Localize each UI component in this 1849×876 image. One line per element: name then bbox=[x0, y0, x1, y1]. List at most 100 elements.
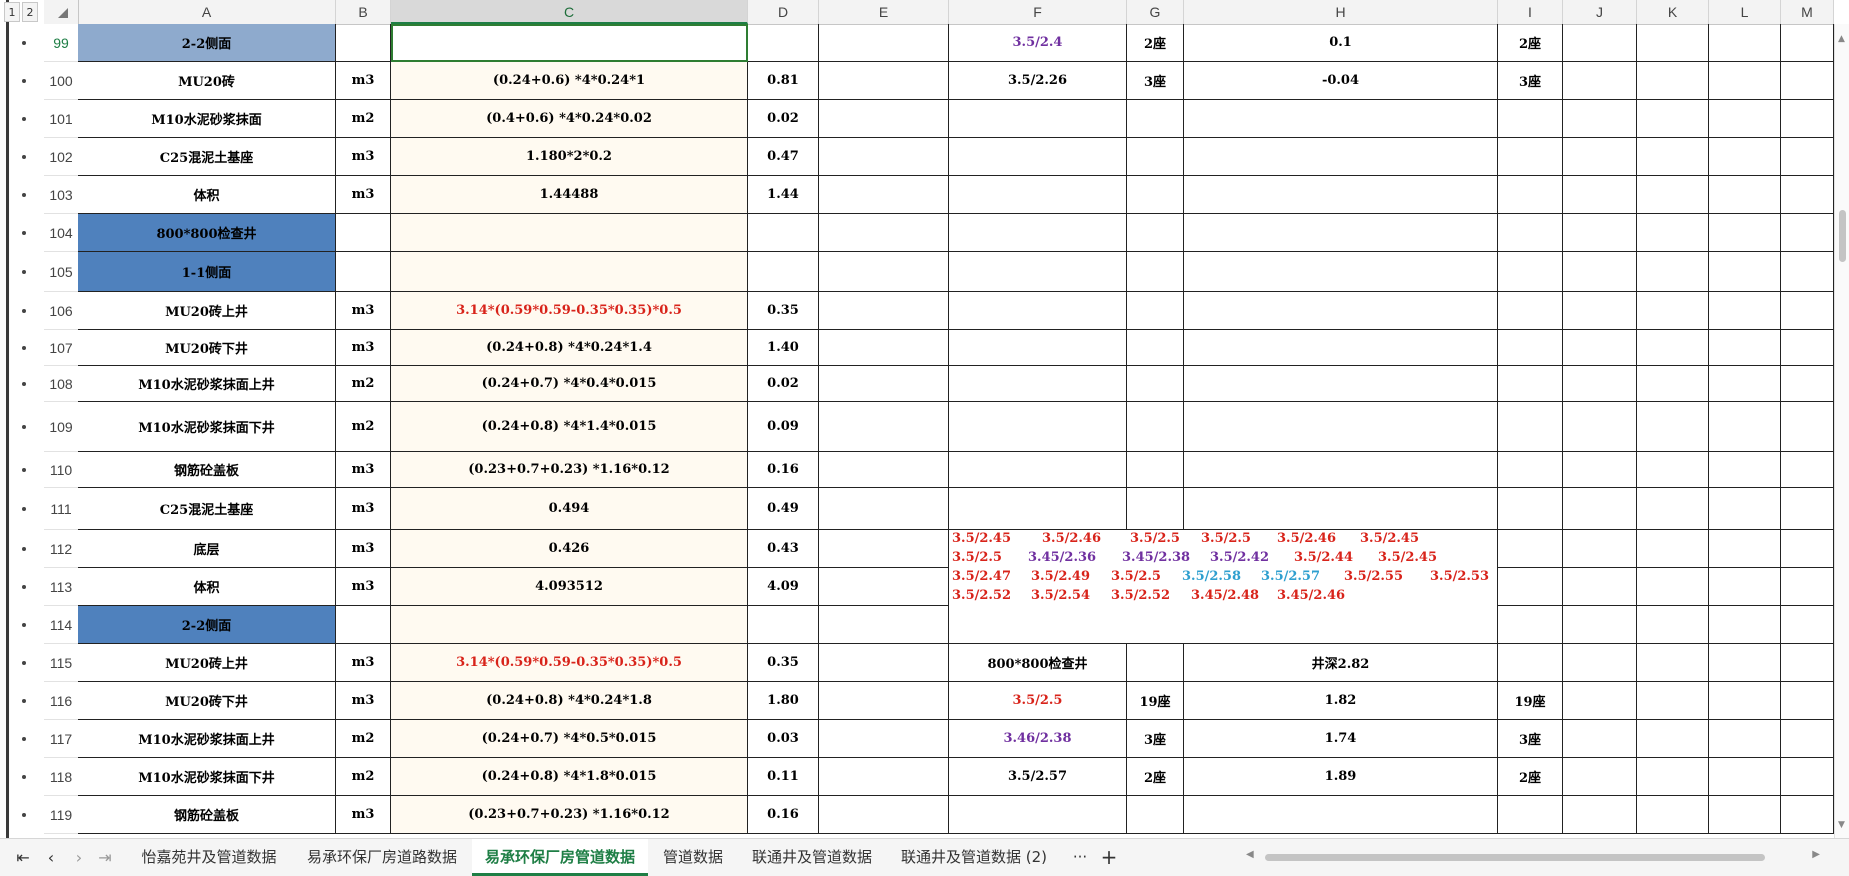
cell-e108[interactable] bbox=[819, 366, 949, 402]
cell-d100[interactable]: 0.81 bbox=[748, 62, 819, 100]
cell-i118[interactable]: 2座 bbox=[1498, 758, 1563, 796]
cell-h102[interactable] bbox=[1184, 138, 1498, 176]
row-header-104[interactable]: 104 bbox=[44, 214, 78, 252]
cell-g118[interactable]: 2座 bbox=[1127, 758, 1184, 796]
cell-f115[interactable]: 800*800检查井 bbox=[949, 644, 1127, 682]
cell-e117[interactable] bbox=[819, 720, 949, 758]
cell-e111[interactable] bbox=[819, 488, 949, 530]
column-header-j[interactable]: J bbox=[1563, 0, 1637, 24]
cell-h106[interactable] bbox=[1184, 292, 1498, 330]
select-all-corner[interactable] bbox=[44, 0, 79, 24]
cell-l107[interactable] bbox=[1709, 330, 1781, 366]
cell-a99[interactable]: 2-2侧面 bbox=[78, 24, 336, 62]
cell-d102[interactable]: 0.47 bbox=[748, 138, 819, 176]
cell-i106[interactable] bbox=[1498, 292, 1563, 330]
cell-f105[interactable] bbox=[949, 252, 1127, 292]
cell-g116[interactable]: 19座 bbox=[1127, 682, 1184, 720]
cell-c99[interactable] bbox=[391, 24, 748, 62]
cell-b100[interactable]: m3 bbox=[336, 62, 391, 100]
cell-i116[interactable]: 19座 bbox=[1498, 682, 1563, 720]
sheet-tab[interactable]: 易承环保厂房道路数据 bbox=[296, 839, 468, 875]
cell-k105[interactable] bbox=[1637, 252, 1709, 292]
cell-j111[interactable] bbox=[1563, 488, 1637, 530]
cell-b105[interactable] bbox=[336, 252, 391, 292]
cell-d104[interactable] bbox=[748, 214, 819, 252]
cell-k117[interactable] bbox=[1637, 720, 1709, 758]
cell-d117[interactable]: 0.03 bbox=[748, 720, 819, 758]
cell-g108[interactable] bbox=[1127, 366, 1184, 402]
cell-c119[interactable]: (0.23+0.7+0.23) *1.16*0.12 bbox=[391, 796, 748, 834]
cell-h117[interactable]: 1.74 bbox=[1184, 720, 1498, 758]
cell-i101[interactable] bbox=[1498, 100, 1563, 138]
first-sheet-icon[interactable]: ⇤ bbox=[12, 845, 34, 869]
cell-d110[interactable]: 0.16 bbox=[748, 452, 819, 488]
cell-m118[interactable] bbox=[1781, 758, 1834, 796]
cell-b113[interactable]: m3 bbox=[336, 568, 391, 606]
cell-h108[interactable] bbox=[1184, 366, 1498, 402]
cell-e100[interactable] bbox=[819, 62, 949, 100]
cell-j116[interactable] bbox=[1563, 682, 1637, 720]
cell-l103[interactable] bbox=[1709, 176, 1781, 214]
cell-b109[interactable]: m2 bbox=[336, 402, 391, 452]
cell-k107[interactable] bbox=[1637, 330, 1709, 366]
cell-m107[interactable] bbox=[1781, 330, 1834, 366]
horizontal-scrollbar[interactable]: ◀ ▶ bbox=[1230, 849, 1820, 865]
cell-k118[interactable] bbox=[1637, 758, 1709, 796]
cell-f119[interactable] bbox=[949, 796, 1127, 834]
row-header-106[interactable]: 106 bbox=[44, 292, 78, 330]
cell-d113[interactable]: 4.09 bbox=[748, 568, 819, 606]
more-sheets-button[interactable]: ··· bbox=[1066, 839, 1094, 875]
scroll-up-icon[interactable]: ▲ bbox=[1838, 34, 1845, 44]
cell-m119[interactable] bbox=[1781, 796, 1834, 834]
cell-j102[interactable] bbox=[1563, 138, 1637, 176]
cell-j117[interactable] bbox=[1563, 720, 1637, 758]
cell-f101[interactable] bbox=[949, 100, 1127, 138]
cell-k110[interactable] bbox=[1637, 452, 1709, 488]
cell-i108[interactable] bbox=[1498, 366, 1563, 402]
cell-e109[interactable] bbox=[819, 402, 949, 452]
cell-l108[interactable] bbox=[1709, 366, 1781, 402]
cell-e104[interactable] bbox=[819, 214, 949, 252]
cell-d105[interactable] bbox=[748, 252, 819, 292]
cell-h116[interactable]: 1.82 bbox=[1184, 682, 1498, 720]
cell-c117[interactable]: (0.24+0.7) *4*0.5*0.015 bbox=[391, 720, 748, 758]
column-header-k[interactable]: K bbox=[1637, 0, 1709, 24]
cell-d111[interactable]: 0.49 bbox=[748, 488, 819, 530]
cell-f108[interactable] bbox=[949, 366, 1127, 402]
cell-j108[interactable] bbox=[1563, 366, 1637, 402]
cell-a119[interactable]: 钢筋砼盖板 bbox=[78, 796, 336, 834]
cell-i99[interactable]: 2座 bbox=[1498, 24, 1563, 62]
cell-h118[interactable]: 1.89 bbox=[1184, 758, 1498, 796]
cell-m110[interactable] bbox=[1781, 452, 1834, 488]
cell-d119[interactable]: 0.16 bbox=[748, 796, 819, 834]
cell-c118[interactable]: (0.24+0.8) *4*1.8*0.015 bbox=[391, 758, 748, 796]
cell-k102[interactable] bbox=[1637, 138, 1709, 176]
column-header-l[interactable]: L bbox=[1709, 0, 1781, 24]
cell-g117[interactable]: 3座 bbox=[1127, 720, 1184, 758]
cell-a104[interactable]: 800*800检查井 bbox=[78, 214, 336, 252]
sheet-tab[interactable]: 怡嘉苑井及管道数据 bbox=[126, 839, 292, 875]
cell-h105[interactable] bbox=[1184, 252, 1498, 292]
cell-m102[interactable] bbox=[1781, 138, 1834, 176]
cell-g106[interactable] bbox=[1127, 292, 1184, 330]
cell-k108[interactable] bbox=[1637, 366, 1709, 402]
cell-g119[interactable] bbox=[1127, 796, 1184, 834]
cell-j112[interactable] bbox=[1563, 530, 1637, 568]
last-sheet-icon[interactable]: ⇥ bbox=[94, 845, 116, 869]
column-header-g[interactable]: G bbox=[1127, 0, 1184, 24]
cell-k101[interactable] bbox=[1637, 100, 1709, 138]
cell-k99[interactable] bbox=[1637, 24, 1709, 62]
cell-a101[interactable]: M10水泥砂浆抹面 bbox=[78, 100, 336, 138]
scroll-left-icon[interactable]: ◀ bbox=[1246, 849, 1254, 860]
cell-i105[interactable] bbox=[1498, 252, 1563, 292]
cell-l112[interactable] bbox=[1709, 530, 1781, 568]
row-header-119[interactable]: 119 bbox=[44, 796, 78, 834]
cell-c115[interactable]: 3.14*(0.59*0.59-0.35*0.35)*0.5 bbox=[391, 644, 748, 682]
cell-l116[interactable] bbox=[1709, 682, 1781, 720]
cell-j99[interactable] bbox=[1563, 24, 1637, 62]
cell-l119[interactable] bbox=[1709, 796, 1781, 834]
row-header-99[interactable]: 99 bbox=[44, 24, 78, 62]
cell-g99[interactable]: 2座 bbox=[1127, 24, 1184, 62]
row-header-102[interactable]: 102 bbox=[44, 138, 78, 176]
cell-f103[interactable] bbox=[949, 176, 1127, 214]
